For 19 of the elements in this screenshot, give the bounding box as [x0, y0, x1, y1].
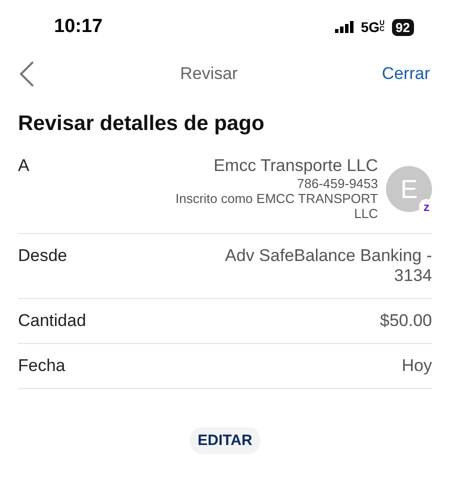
row-label: A: [18, 156, 30, 176]
enrollment-note: Inscrito como EMCC TRANSPORT LLC: [174, 191, 378, 221]
recipient-phone: 786-459-9453: [297, 176, 378, 191]
nav-title: Revisar: [180, 64, 238, 84]
back-icon[interactable]: [18, 60, 36, 88]
page-heading: Revisar detalles de pago: [18, 112, 266, 136]
recipient-name: Emcc Transporte LLC: [214, 156, 378, 176]
row-label: Desde: [18, 246, 68, 266]
battery-level: 92: [392, 18, 414, 36]
row-label: Fecha: [18, 356, 66, 376]
edit-button[interactable]: EDITAR: [190, 427, 260, 454]
row-label: Cantidad: [18, 311, 86, 331]
status-time: 10:17: [54, 16, 103, 38]
signal-icon: [334, 21, 355, 33]
network-label: 5G: [360, 19, 380, 35]
row-value: Adv SafeBalance Banking - 3134: [224, 246, 432, 286]
row-value: Hoy: [402, 356, 432, 376]
row-value: $50.00: [380, 311, 432, 331]
close-link[interactable]: Cerrar: [382, 64, 430, 84]
